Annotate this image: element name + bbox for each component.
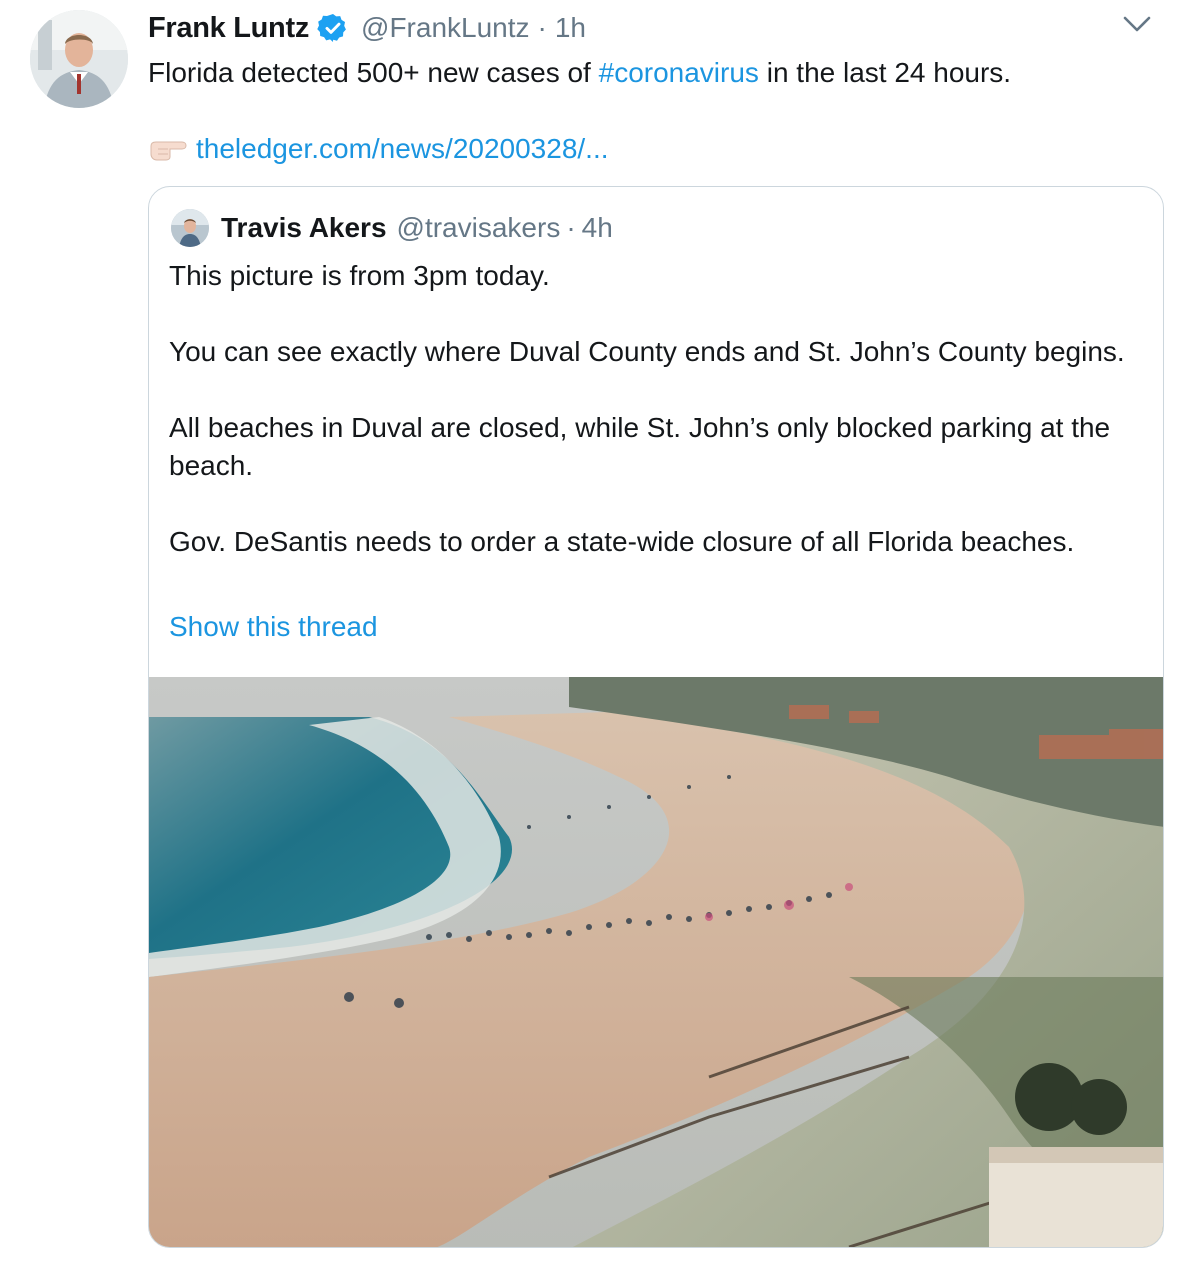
author-name[interactable]: Frank Luntz [148,12,309,45]
quoted-tweet-time[interactable]: 4h [582,212,613,244]
quoted-author-handle[interactable]: @travisakers [397,212,561,244]
quoted-paragraph: This picture is from 3pm today. [169,260,550,291]
tweet-text-after: in the last 24 hours. [758,57,1012,88]
author-avatar[interactable] [30,10,128,108]
show-thread-link[interactable]: Show this thread [169,611,378,643]
verified-badge-icon [317,12,349,44]
tweet: Frank Luntz @FrankLuntz · 1h Florida det… [0,0,1182,1266]
tweet-header: Frank Luntz @FrankLuntz · 1h [148,8,586,48]
quoted-author-name[interactable]: Travis Akers [221,212,387,244]
hashtag-link[interactable]: #coronavirus [599,57,759,88]
meta-separator: · [537,12,547,43]
quoted-author-avatar[interactable] [171,209,209,247]
article-link[interactable]: theledger.com/news/20200328/... [196,133,609,165]
quoted-tweet-header: Travis Akers @travisakers · 4h [171,207,613,249]
beach-aerial-photo[interactable] [149,677,1163,1247]
author-handle[interactable]: @FrankLuntz [361,12,530,44]
tweet-text-before: Florida detected 500+ new cases of [148,57,599,88]
quoted-tweet-text: This picture is from 3pm today. You can … [169,257,1153,561]
tweet-text: Florida detected 500+ new cases of #coro… [148,54,1148,92]
tweet-link-line: theledger.com/news/20200328/... [148,128,609,170]
chevron-down-icon[interactable] [1120,12,1154,38]
pointing-hand-icon [148,136,188,162]
quoted-tweet[interactable]: Travis Akers @travisakers · 4h This pict… [148,186,1164,1248]
quoted-paragraph: You can see exactly where Duval County e… [169,336,1125,367]
quoted-meta-separator: · [566,212,576,243]
quoted-paragraph: All beaches in Duval are closed, while S… [169,412,1111,481]
quoted-paragraph: Gov. DeSantis needs to order a state-wid… [169,526,1075,557]
tweet-time[interactable]: 1h [555,12,586,44]
